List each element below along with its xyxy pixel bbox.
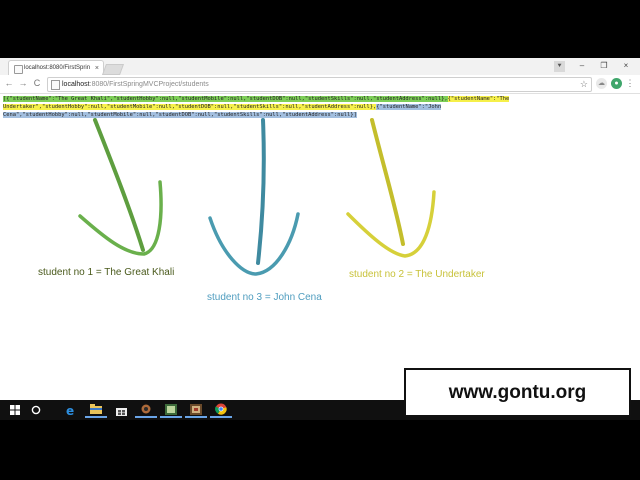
windows-start-icon[interactable] <box>4 402 26 418</box>
edge-browser-icon[interactable]: e <box>60 402 82 418</box>
chrome-icon[interactable] <box>210 402 232 418</box>
student-3-label: student no 3 = John Cena <box>207 292 322 303</box>
green-arrow-head <box>78 180 163 256</box>
green-arrow-shaft <box>93 118 145 252</box>
student-1-label: student no 1 = The Great Khali <box>38 267 175 278</box>
yellow-arrow-shaft <box>370 118 405 246</box>
app-icon-1[interactable] <box>160 402 182 418</box>
app-icon-2[interactable] <box>185 402 207 418</box>
file-explorer-icon[interactable] <box>85 402 107 418</box>
teal-arrow-head <box>208 212 300 276</box>
browser-window: localhost:8080/FirstSpring × ⯆ – ❐ × ← →… <box>0 58 640 400</box>
teal-arrow-shaft <box>256 118 266 265</box>
watermark: www.gontu.org <box>404 368 631 417</box>
student-2-label: student no 2 = The Undertaker <box>349 269 485 280</box>
store-icon[interactable] <box>110 402 132 418</box>
svg-text:e: e <box>66 404 74 416</box>
yellow-arrow-head <box>346 190 436 258</box>
cortana-circle-icon[interactable] <box>25 402 47 418</box>
annotation-arrows <box>78 118 436 276</box>
settings-app-icon[interactable] <box>135 402 157 418</box>
